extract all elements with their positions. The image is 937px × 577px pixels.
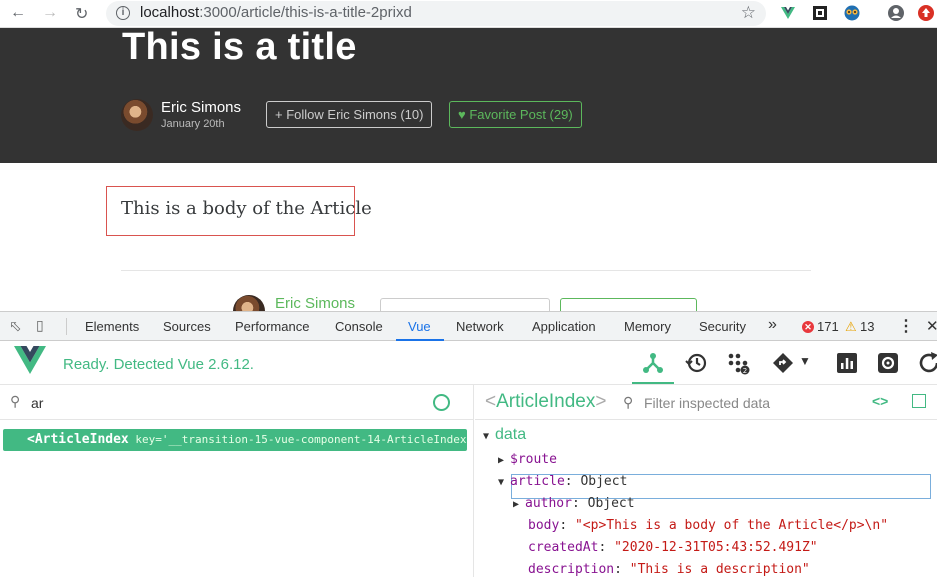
browser-toolbar: ← → ↻ i localhost:3000/article/this-is-a… xyxy=(0,0,937,28)
vue-active-tab-indicator xyxy=(632,382,674,384)
error-count[interactable]: 171 xyxy=(817,319,839,334)
profile-icon[interactable] xyxy=(888,5,904,21)
inspector-header: <ArticleIndex> ⚲ Filter inspected data <… xyxy=(475,385,937,420)
tree-row-body[interactable]: body: "<p>This is a body of the Article<… xyxy=(528,518,888,533)
components-icon[interactable] xyxy=(641,351,665,375)
owl-extension-icon[interactable] xyxy=(844,5,860,21)
component-tag: <ArticleIndex key='__transition-15-vue-c… xyxy=(27,432,467,447)
collapsed-triangle-icon: ▶ xyxy=(498,455,505,466)
devtools-panel: ⬁ ▯ Elements Sources Performance Console… xyxy=(0,311,937,577)
heart-icon: ♥ xyxy=(458,107,470,122)
filter-inspected-data-input[interactable]: Filter inspected data xyxy=(644,395,770,411)
tree-row-article[interactable]: ▼ article: Object xyxy=(498,474,627,489)
warning-count[interactable]: 13 xyxy=(860,319,874,334)
vue-logo-icon xyxy=(14,346,46,374)
performance-icon[interactable] xyxy=(835,351,859,375)
warning-icon[interactable]: ⚠ xyxy=(845,319,857,335)
collapsed-triangle-icon: ▶ xyxy=(513,499,520,510)
device-toolbar-icon[interactable]: ▯ xyxy=(36,317,44,334)
article-title: This is a title xyxy=(122,26,357,68)
data-section-header[interactable]: ▼ data xyxy=(483,426,526,444)
address-bar[interactable]: i localhost:3000/article/this-is-a-title… xyxy=(106,1,766,26)
more-tabs-button[interactable]: » xyxy=(768,316,777,334)
inspect-element-icon[interactable]: ⬁ xyxy=(9,317,22,335)
tree-row-description[interactable]: description: "This is a description" xyxy=(528,562,810,577)
vuex-icon[interactable]: 2 xyxy=(726,351,750,375)
plus-icon: + xyxy=(275,107,287,122)
svg-text:2: 2 xyxy=(743,367,747,375)
bookmark-star-icon[interactable]: ☆ xyxy=(741,3,756,23)
component-search-input[interactable]: ar xyxy=(31,395,43,411)
inspect-dom-icon[interactable]: <> xyxy=(872,393,888,409)
divider xyxy=(121,270,811,271)
url-text: localhost:3000/article/this-is-a-title-2… xyxy=(140,4,412,21)
tab-security[interactable]: Security xyxy=(699,319,746,334)
vue-status-text: Ready. Detected Vue 2.6.12. xyxy=(63,356,254,373)
author-name[interactable]: Eric Simons xyxy=(161,99,241,116)
open-in-editor-icon[interactable] xyxy=(912,394,926,408)
expanded-triangle-icon: ▼ xyxy=(498,477,505,488)
chevron-down-icon[interactable]: ▼ xyxy=(799,354,811,368)
component-search: ⚲ ar xyxy=(0,385,474,420)
tab-separator xyxy=(66,318,67,335)
article-banner: This is a title Eric Simons January 20th… xyxy=(0,26,937,163)
back-icon[interactable]: ← xyxy=(10,4,26,22)
inspector-pane: <ArticleIndex> ⚲ Filter inspected data <… xyxy=(475,385,937,577)
article-body: This is a body of the Article xyxy=(121,198,372,219)
tree-row-route[interactable]: ▶ $route xyxy=(498,452,557,467)
settings-icon[interactable] xyxy=(876,351,900,375)
tab-application[interactable]: Application xyxy=(532,319,596,334)
search-icon: ⚲ xyxy=(10,393,21,409)
qr-extension-icon[interactable] xyxy=(812,5,828,21)
filter-search-icon: ⚲ xyxy=(623,394,634,410)
vue-toolbar: Ready. Detected Vue 2.6.12. 2 ▼ xyxy=(0,341,937,385)
site-info-icon[interactable]: i xyxy=(116,6,130,20)
tab-memory[interactable]: Memory xyxy=(624,319,671,334)
footer-author-name[interactable]: Eric Simons xyxy=(275,295,355,312)
tab-performance[interactable]: Performance xyxy=(235,319,309,334)
component-tree-row-selected[interactable]: <ArticleIndex key='__transition-15-vue-c… xyxy=(3,429,467,451)
update-icon[interactable] xyxy=(918,5,934,21)
history-icon[interactable] xyxy=(684,351,708,375)
refresh-icon[interactable] xyxy=(917,351,937,375)
devtools-tabbar: ⬁ ▯ Elements Sources Performance Console… xyxy=(0,312,937,341)
author-avatar[interactable] xyxy=(121,99,153,131)
tree-row-createdat[interactable]: createdAt: "2020-12-31T05:43:52.491Z" xyxy=(528,540,818,555)
tab-network[interactable]: Network xyxy=(456,319,504,334)
tab-vue[interactable]: Vue xyxy=(408,319,431,334)
tab-console[interactable]: Console xyxy=(335,319,383,334)
select-component-icon[interactable] xyxy=(433,394,450,411)
tab-elements[interactable]: Elements xyxy=(85,319,139,334)
vue-extension-icon[interactable] xyxy=(780,5,796,21)
routing-icon[interactable] xyxy=(771,351,795,375)
component-tree-pane: ⚲ ar <ArticleIndex key='__transition-15-… xyxy=(0,385,474,577)
tab-sources[interactable]: Sources xyxy=(163,319,211,334)
close-devtools-icon[interactable]: ✕ xyxy=(926,317,937,335)
error-icon[interactable]: ✕ xyxy=(802,321,814,333)
article-date: January 20th xyxy=(161,118,225,130)
forward-icon[interactable]: → xyxy=(42,4,58,22)
reload-icon[interactable]: ↻ xyxy=(75,4,88,24)
favorite-post-button[interactable]: ♥ Favorite Post (29) xyxy=(449,101,582,128)
follow-author-button[interactable]: + Follow Eric Simons (10) xyxy=(266,101,433,128)
tree-row-author[interactable]: ▶ author: Object xyxy=(513,496,635,511)
devtools-menu-icon[interactable]: ⋮ xyxy=(898,316,914,336)
expanded-triangle-icon: ▼ xyxy=(483,431,490,442)
inspected-component-name: <ArticleIndex> xyxy=(485,391,607,412)
